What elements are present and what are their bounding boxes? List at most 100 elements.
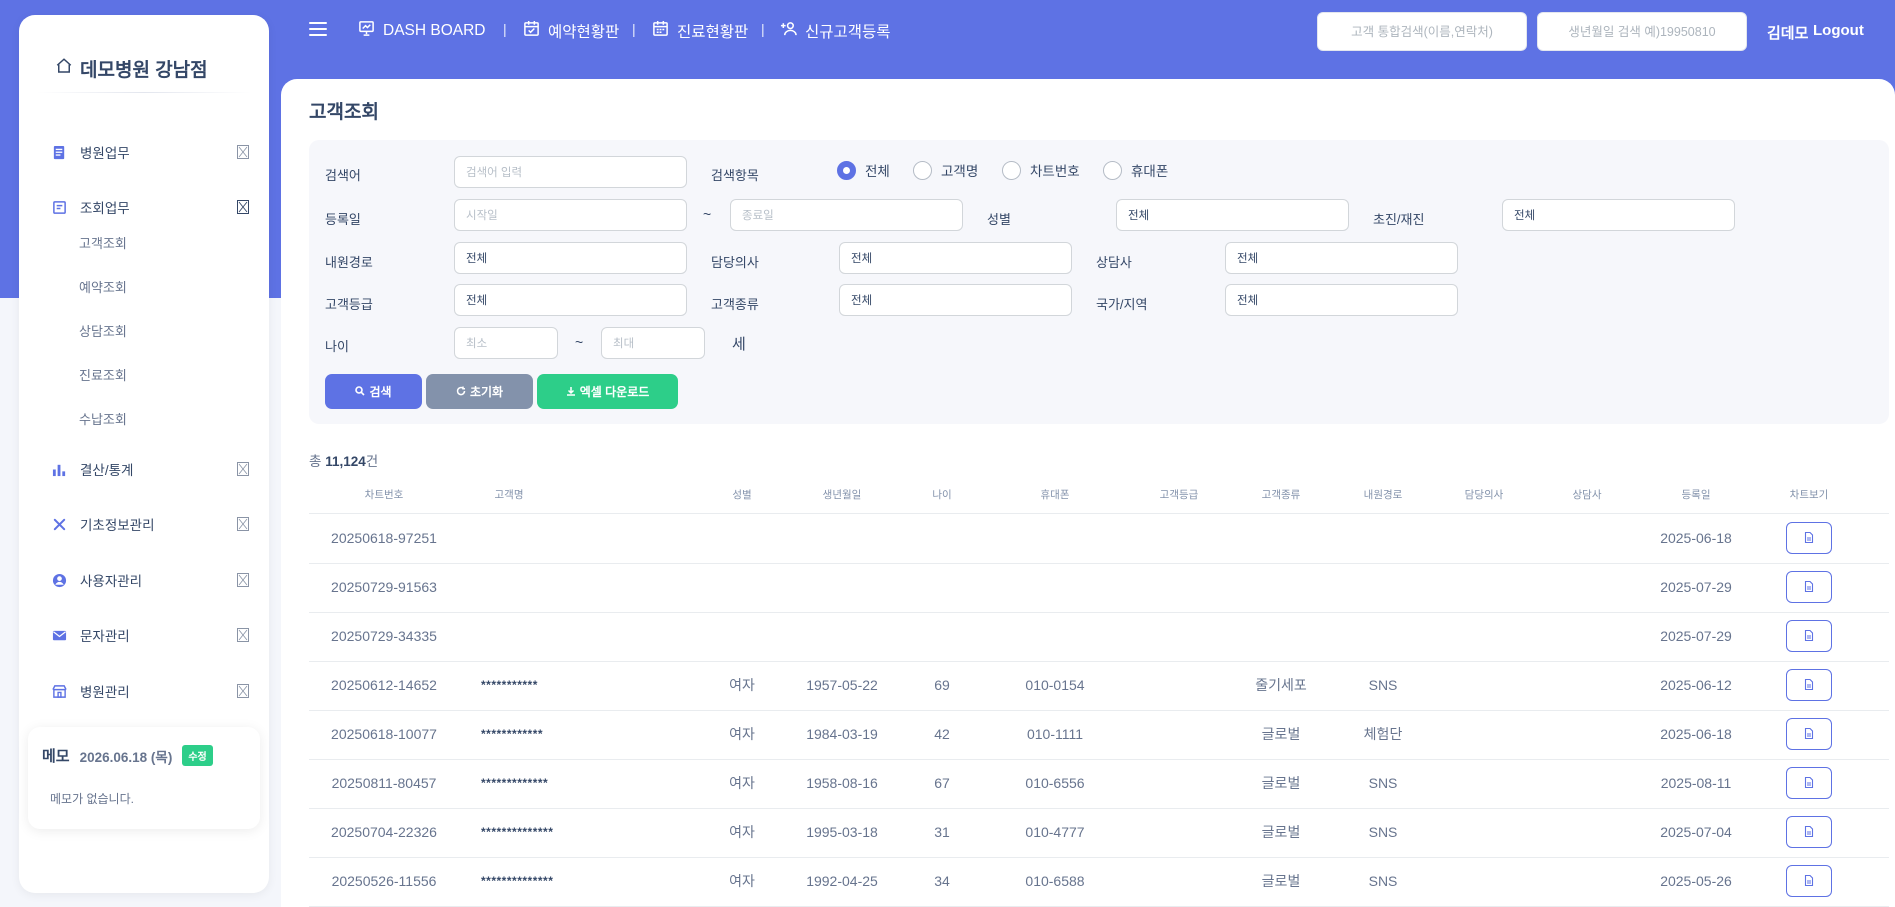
toggle-icon[interactable]	[237, 517, 249, 531]
memo-edit-button[interactable]: 수정	[182, 745, 213, 766]
doctor-select[interactable]: 전체	[839, 242, 1072, 274]
cell-reg-date: 2025-07-04	[1660, 824, 1732, 840]
sidebar-item-sms-mgmt[interactable]: 문자관리	[51, 622, 249, 648]
total-prefix: 총	[309, 454, 322, 469]
nav-dashboard-link[interactable]: DASH BOARD	[358, 20, 486, 42]
toggle-icon[interactable]	[237, 200, 249, 214]
gender-select[interactable]: 전체	[1116, 199, 1349, 231]
table-header-divider	[309, 513, 1889, 514]
sidebar-item-hospital-work[interactable]: 병원업무	[51, 139, 249, 165]
file-icon	[1804, 776, 1814, 791]
sidebar-item-basic-info[interactable]: 기초정보관리	[51, 511, 249, 537]
cell-birthdate: 1958-08-16	[806, 775, 878, 791]
toggle-icon[interactable]	[237, 684, 249, 698]
toggle-icon[interactable]	[237, 573, 249, 587]
end-date-input[interactable]: 종료일	[730, 199, 963, 231]
col-header-birthdate: 생년월일	[822, 489, 862, 501]
cell-customer-name: **************	[481, 874, 554, 888]
cell-customer-name: ************	[481, 727, 544, 741]
cell-age: 69	[934, 677, 950, 693]
sidebar-subitem-payment[interactable]: 수납조회	[79, 409, 127, 428]
sidebar-subitem-customer[interactable]: 고객조회	[79, 233, 127, 252]
cell-reg-date: 2025-07-29	[1660, 628, 1732, 644]
age-min-input[interactable]: 최소	[454, 327, 558, 359]
toggle-icon[interactable]	[237, 628, 249, 642]
cell-reg-date: 2025-06-18	[1660, 530, 1732, 546]
kind-select[interactable]: 전체	[839, 284, 1072, 316]
radio-unchecked-icon	[1002, 160, 1021, 180]
file-icon	[1804, 874, 1814, 889]
cell-gender: 여자	[729, 824, 755, 840]
visit-type-select[interactable]: 전체	[1502, 199, 1735, 231]
radio-unchecked-icon	[1103, 160, 1122, 180]
nav-separator: |	[503, 21, 507, 37]
user-name: 김데모	[1767, 25, 1809, 42]
birthdate-search-input[interactable]	[1537, 12, 1747, 51]
cell-customer-name: **************	[481, 825, 554, 839]
document-icon	[51, 144, 67, 160]
excel-download-button[interactable]: 엑셀 다운로드	[537, 374, 678, 409]
sidebar-item-label: 조회업무	[80, 201, 130, 216]
age-unit: 세	[732, 336, 746, 353]
nav-separator: |	[632, 21, 636, 37]
radio-customer-name[interactable]: 고객명	[913, 160, 978, 180]
sidebar-item-statistics[interactable]: 결산/통계	[51, 456, 249, 482]
search-button[interactable]: 검색	[325, 374, 422, 409]
radio-all[interactable]: 전체	[837, 160, 890, 180]
customer-search-input[interactable]	[1317, 12, 1527, 51]
nav-reservation-board-link[interactable]: 예약현황판	[523, 20, 619, 42]
cell-kind: 글로벌	[1261, 726, 1301, 742]
nav-new-customer-link[interactable]: 신규고객등록	[780, 20, 891, 42]
chart-view-button[interactable]	[1786, 865, 1832, 897]
keyword-input[interactable]: 검색어 입력	[454, 156, 687, 188]
cell-mobile: 010-4777	[1025, 824, 1085, 840]
sidebar-subitem-treatment[interactable]: 진료조회	[79, 365, 127, 384]
cell-gender: 여자	[729, 775, 755, 791]
sidebar-item-label: 문자관리	[80, 629, 130, 644]
cell-reg-date: 2025-08-11	[1660, 775, 1732, 791]
memo-title: 메모	[42, 748, 70, 765]
sidebar-item-hospital-mgmt[interactable]: 병원관리	[51, 678, 249, 704]
toggle-icon[interactable]	[237, 145, 249, 159]
cell-kind: 글로벌	[1261, 775, 1301, 791]
radio-mobile[interactable]: 휴대폰	[1103, 160, 1168, 180]
file-icon	[1804, 727, 1814, 742]
cell-kind: 글로벌	[1261, 824, 1301, 840]
chart-view-button[interactable]	[1786, 522, 1832, 554]
cell-mobile: 010-0154	[1025, 677, 1085, 693]
cell-chart-number: 20250618-97251	[331, 530, 437, 546]
cell-chart-number: 20250704-22326	[331, 824, 437, 840]
age-max-input[interactable]: 최대	[601, 327, 705, 359]
refresh-icon	[456, 385, 466, 399]
visit-type-label: 초진/재진	[1373, 212, 1425, 227]
route-select[interactable]: 전체	[454, 242, 687, 274]
cell-customer-name: *************	[481, 776, 549, 790]
hamburger-icon[interactable]	[309, 22, 327, 38]
toggle-icon[interactable]	[237, 462, 249, 476]
reset-button[interactable]: 초기화	[426, 374, 533, 409]
sidebar-item-inquiry-work[interactable]: 조회업무	[51, 194, 249, 220]
cell-gender: 여자	[729, 873, 755, 889]
row-divider	[309, 612, 1889, 613]
chart-view-button[interactable]	[1786, 767, 1832, 799]
chart-view-button[interactable]	[1786, 571, 1832, 603]
sidebar-subitem-consultation[interactable]: 상담조회	[79, 321, 127, 340]
grade-select[interactable]: 전체	[454, 284, 687, 316]
country-select[interactable]: 전체	[1225, 284, 1458, 316]
sidebar-item-user-mgmt[interactable]: 사용자관리	[51, 567, 249, 593]
col-header-counselor: 상담사	[1572, 489, 1602, 501]
sidebar-subitem-reservation[interactable]: 예약조회	[79, 277, 127, 296]
counselor-select[interactable]: 전체	[1225, 242, 1458, 274]
date-tilde: ~	[703, 206, 712, 222]
radio-chart-number[interactable]: 차트번호	[1002, 160, 1080, 180]
cell-chart-number: 20250811-80457	[331, 775, 437, 791]
chart-view-button[interactable]	[1786, 669, 1832, 701]
nav-treatment-board-link[interactable]: 진료현황판	[652, 20, 748, 42]
radio-checked-icon	[837, 160, 856, 180]
memo-empty-text: 메모가 없습니다.	[50, 792, 134, 806]
logout-button[interactable]: Logout	[1813, 22, 1864, 39]
chart-view-button[interactable]	[1786, 816, 1832, 848]
chart-view-button[interactable]	[1786, 620, 1832, 652]
start-date-input[interactable]: 시작일	[454, 199, 687, 231]
chart-view-button[interactable]	[1786, 718, 1832, 750]
